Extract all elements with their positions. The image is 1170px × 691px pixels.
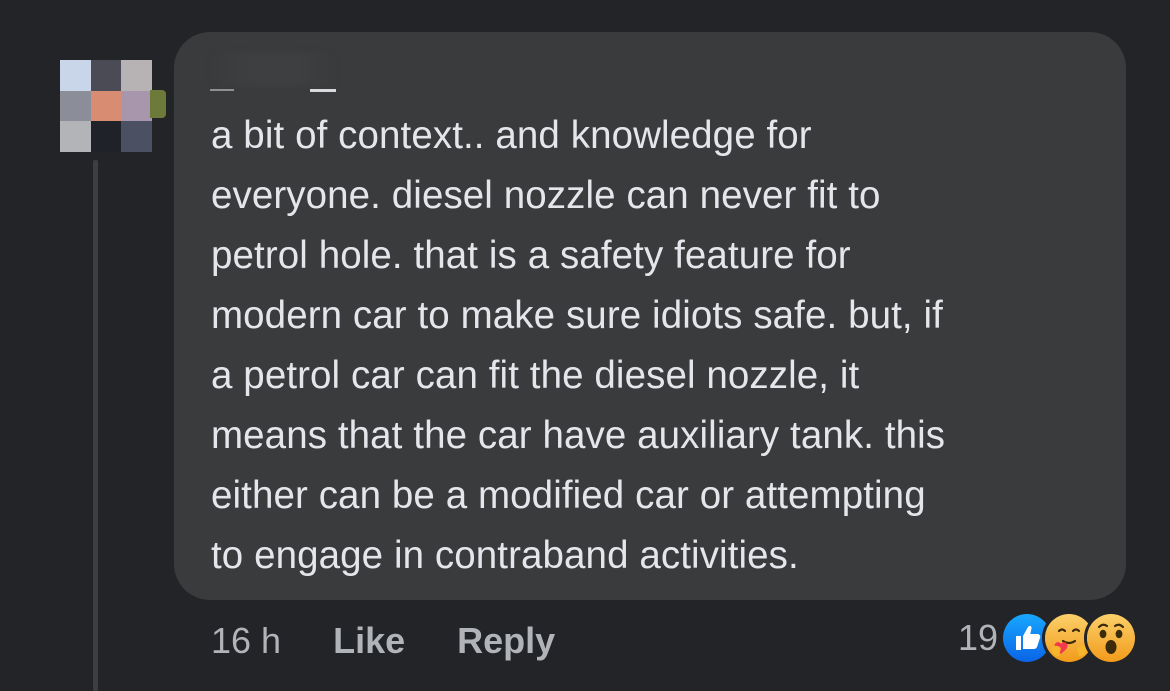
reaction-count: 19 <box>957 617 998 658</box>
avatar-pixel <box>60 121 91 152</box>
redaction-blur <box>210 52 336 86</box>
thread-line <box>93 160 98 691</box>
avatar-pixel <box>121 121 152 152</box>
author-name-redacted[interactable] <box>210 52 336 94</box>
avatar-badge <box>150 90 166 118</box>
reactions-summary[interactable]: 19 <box>957 611 1138 665</box>
avatar-pixel <box>90 60 122 91</box>
avatar-pixel <box>90 90 122 122</box>
like-button[interactable]: Like <box>333 620 405 662</box>
avatar-pixel <box>90 121 122 152</box>
comment-text: a bit of context.. and knowledge for eve… <box>211 114 946 577</box>
avatar[interactable] <box>60 60 152 152</box>
wow-reaction-icon <box>1084 611 1138 665</box>
comment-actions: 16 h Like Reply <box>211 618 555 664</box>
comment-timestamp[interactable]: 16 h <box>211 620 281 662</box>
redaction-mark <box>310 89 336 92</box>
avatar-pixel <box>60 60 91 91</box>
avatar-pixel <box>121 60 152 91</box>
reply-button[interactable]: Reply <box>457 620 555 662</box>
avatar-pixel <box>121 90 152 122</box>
redaction-mark <box>210 89 234 91</box>
avatar-pixel <box>60 90 91 122</box>
